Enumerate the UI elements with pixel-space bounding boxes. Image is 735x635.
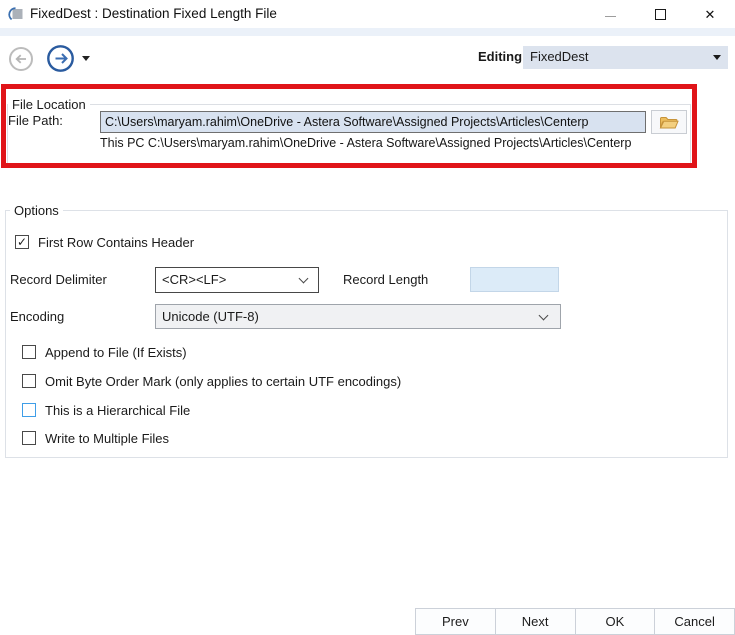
omit-byte-order-mark-checkbox[interactable] (22, 374, 36, 388)
append-to-file-label: Append to File (If Exists) (45, 344, 187, 360)
editing-object-dropdown[interactable]: FixedDest (523, 46, 728, 69)
ok-button[interactable]: OK (574, 608, 656, 635)
editing-dropdown-caret-icon (713, 55, 721, 60)
app-icon (8, 7, 23, 21)
encoding-label: Encoding (10, 309, 65, 324)
minimize-button[interactable] (585, 0, 635, 28)
record-length-label: Record Length (343, 272, 429, 287)
prev-button[interactable]: Prev (415, 608, 496, 635)
editing-object-value: FixedDest (530, 49, 589, 64)
append-to-file-checkbox[interactable] (22, 345, 36, 359)
titlebar-separator (0, 28, 735, 36)
footer-button-bar: Prev Next OK Cancel (415, 608, 735, 635)
omit-byte-order-mark-label: Omit Byte Order Mark (only applies to ce… (45, 373, 402, 389)
destination-fixed-length-file-dialog: FixedDest : Destination Fixed Length Fil… (0, 0, 735, 635)
file-location-group-label: File Location (8, 97, 90, 112)
first-row-contains-header-checkbox-row[interactable]: ✓ First Row Contains Header (15, 234, 194, 250)
omit-byte-order-mark-checkbox-row[interactable]: Omit Byte Order Mark (only applies to ce… (22, 373, 401, 389)
browse-file-button[interactable] (651, 110, 687, 134)
forward-dropdown-icon[interactable] (82, 56, 90, 61)
append-to-file-checkbox-row[interactable]: Append to File (If Exists) (22, 344, 187, 360)
hierarchical-file-checkbox-row[interactable]: This is a Hierarchical File (22, 402, 190, 418)
resolved-file-path-text: This PC C:\Users\maryam.rahim\OneDrive -… (100, 136, 632, 150)
open-folder-icon (659, 116, 679, 128)
checkmark-icon: ✓ (16, 235, 28, 249)
maximize-button[interactable] (635, 0, 685, 28)
title-bar: FixedDest : Destination Fixed Length Fil… (0, 0, 735, 28)
close-button[interactable]: ✕ (685, 0, 735, 28)
file-path-input[interactable] (100, 111, 646, 133)
hierarchical-file-checkbox[interactable] (22, 403, 36, 417)
record-delimiter-chevron-icon (298, 273, 309, 284)
write-to-multiple-files-label: Write to Multiple Files (45, 430, 170, 446)
encoding-dropdown[interactable]: Unicode (UTF-8) (155, 304, 561, 329)
encoding-value: Unicode (UTF-8) (162, 309, 259, 324)
first-row-contains-header-checkbox[interactable]: ✓ (15, 235, 29, 249)
maximize-icon (654, 8, 666, 20)
first-row-contains-header-label: First Row Contains Header (38, 234, 195, 250)
next-button[interactable]: Next (494, 608, 576, 635)
write-to-multiple-files-checkbox[interactable] (22, 431, 36, 445)
record-delimiter-value: <CR><LF> (162, 272, 227, 287)
forward-button[interactable] (46, 44, 75, 73)
record-length-input[interactable] (470, 267, 559, 292)
record-delimiter-dropdown[interactable]: <CR><LF> (155, 267, 319, 293)
window-title: FixedDest : Destination Fixed Length Fil… (30, 6, 277, 21)
cancel-button[interactable]: Cancel (654, 608, 735, 635)
record-delimiter-label: Record Delimiter (10, 272, 107, 287)
close-icon: ✕ (704, 6, 716, 22)
options-group-label: Options (10, 203, 63, 218)
write-to-multiple-files-checkbox-row[interactable]: Write to Multiple Files (22, 430, 169, 446)
window-controls: ✕ (585, 0, 735, 28)
encoding-chevron-icon (538, 310, 549, 321)
back-button[interactable] (8, 46, 34, 72)
minimize-icon (604, 15, 616, 17)
editing-label: Editing: (478, 49, 527, 64)
file-path-label: File Path: (8, 113, 63, 128)
hierarchical-file-label: This is a Hierarchical File (45, 402, 191, 418)
